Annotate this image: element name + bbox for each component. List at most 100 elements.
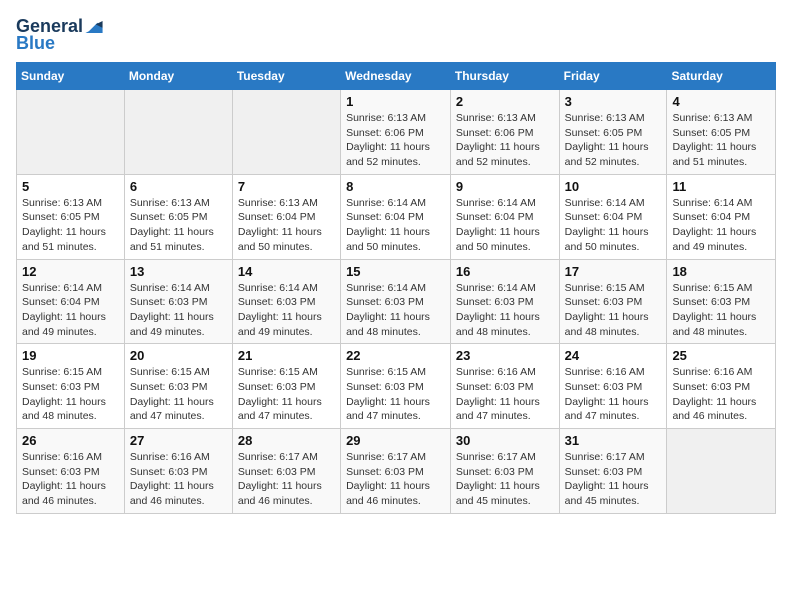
- calendar-cell: 25 Sunrise: 6:16 AM Sunset: 6:03 PM Dayli…: [667, 344, 776, 429]
- day-info: Sunrise: 6:16 AM Sunset: 6:03 PM Dayligh…: [130, 450, 227, 509]
- calendar-cell: 4Sunrise: 6:13 AM Sunset: 6:05 PM Daylig…: [667, 90, 776, 175]
- calendar-header-cell: Monday: [124, 63, 232, 90]
- day-info: Sunrise: 6:14 AM Sunset: 6:04 PM Dayligh…: [346, 196, 445, 255]
- calendar-cell: 26Sunrise: 6:16 AM Sunset: 6:03 PM Dayli…: [17, 429, 125, 514]
- day-info: Sunrise: 6:16 AM Sunset: 6:03 PM Dayligh…: [672, 365, 770, 424]
- day-info: Sunrise: 6:16 AM Sunset: 6:03 PM Dayligh…: [565, 365, 662, 424]
- logo-icon: [85, 21, 103, 33]
- calendar-cell: 3 Sunrise: 6:13 AM Sunset: 6:05 PM Daylig…: [559, 90, 667, 175]
- day-number: 29: [346, 433, 445, 448]
- day-info: Sunrise: 6:13 AM Sunset: 6:06 PM Dayligh…: [346, 111, 445, 170]
- calendar-body: 1 Sunrise: 6:13 AM Sunset: 6:06 PM Daylig…: [17, 90, 776, 514]
- day-number: 23: [456, 348, 554, 363]
- day-number: 8: [346, 179, 445, 194]
- day-info: Sunrise: 6:15 AM Sunset: 6:03 PM Dayligh…: [130, 365, 227, 424]
- day-info: Sunrise: 6:14 AM Sunset: 6:04 PM Dayligh…: [565, 196, 662, 255]
- day-number: 13: [130, 264, 227, 279]
- day-number: 12: [22, 264, 119, 279]
- day-number: 17: [565, 264, 662, 279]
- calendar-header-cell: Thursday: [450, 63, 559, 90]
- day-info: Sunrise: 6:13 AM Sunset: 6:05 PM Dayligh…: [130, 196, 227, 255]
- day-number: 27: [130, 433, 227, 448]
- day-number: 19: [22, 348, 119, 363]
- day-info: Sunrise: 6:16 AM Sunset: 6:03 PM Dayligh…: [456, 365, 554, 424]
- calendar-cell: 17 Sunrise: 6:15 AM Sunset: 6:03 PM Dayli…: [559, 259, 667, 344]
- calendar-cell: 21Sunrise: 6:15 AM Sunset: 6:03 PM Dayli…: [232, 344, 340, 429]
- day-number: 3: [565, 94, 662, 109]
- day-number: 24: [565, 348, 662, 363]
- calendar-cell: 6 Sunrise: 6:13 AM Sunset: 6:05 PM Daylig…: [124, 174, 232, 259]
- day-number: 2: [456, 94, 554, 109]
- day-number: 6: [130, 179, 227, 194]
- calendar-cell: 2 Sunrise: 6:13 AM Sunset: 6:06 PM Daylig…: [450, 90, 559, 175]
- day-number: 1: [346, 94, 445, 109]
- calendar-cell: 24 Sunrise: 6:16 AM Sunset: 6:03 PM Dayli…: [559, 344, 667, 429]
- calendar-week-row: 1 Sunrise: 6:13 AM Sunset: 6:06 PM Daylig…: [17, 90, 776, 175]
- day-number: 21: [238, 348, 335, 363]
- calendar-cell: 14 Sunrise: 6:14 AM Sunset: 6:03 PM Dayli…: [232, 259, 340, 344]
- calendar-table: SundayMondayTuesdayWednesdayThursdayFrid…: [16, 62, 776, 514]
- day-info: Sunrise: 6:14 AM Sunset: 6:04 PM Dayligh…: [456, 196, 554, 255]
- day-info: Sunrise: 6:14 AM Sunset: 6:03 PM Dayligh…: [456, 281, 554, 340]
- day-info: Sunrise: 6:15 AM Sunset: 6:03 PM Dayligh…: [672, 281, 770, 340]
- day-info: Sunrise: 6:15 AM Sunset: 6:03 PM Dayligh…: [565, 281, 662, 340]
- day-info: Sunrise: 6:13 AM Sunset: 6:04 PM Dayligh…: [238, 196, 335, 255]
- day-info: Sunrise: 6:14 AM Sunset: 6:03 PM Dayligh…: [238, 281, 335, 340]
- calendar-cell: 28 Sunrise: 6:17 AM Sunset: 6:03 PM Dayli…: [232, 429, 340, 514]
- day-info: Sunrise: 6:17 AM Sunset: 6:03 PM Dayligh…: [565, 450, 662, 509]
- calendar-header-cell: Sunday: [17, 63, 125, 90]
- day-number: 25: [672, 348, 770, 363]
- day-number: 30: [456, 433, 554, 448]
- calendar-header-cell: Tuesday: [232, 63, 340, 90]
- calendar-cell: 8 Sunrise: 6:14 AM Sunset: 6:04 PM Daylig…: [341, 174, 451, 259]
- calendar-cell: 16Sunrise: 6:14 AM Sunset: 6:03 PM Dayli…: [450, 259, 559, 344]
- calendar-week-row: 5 Sunrise: 6:13 AM Sunset: 6:05 PM Daylig…: [17, 174, 776, 259]
- day-info: Sunrise: 6:17 AM Sunset: 6:03 PM Dayligh…: [346, 450, 445, 509]
- calendar-cell: 18Sunrise: 6:15 AM Sunset: 6:03 PM Dayli…: [667, 259, 776, 344]
- calendar-week-row: 12 Sunrise: 6:14 AM Sunset: 6:04 PM Dayli…: [17, 259, 776, 344]
- day-number: 9: [456, 179, 554, 194]
- calendar-cell: 20 Sunrise: 6:15 AM Sunset: 6:03 PM Dayli…: [124, 344, 232, 429]
- calendar-cell: 31 Sunrise: 6:17 AM Sunset: 6:03 PM Dayli…: [559, 429, 667, 514]
- day-info: Sunrise: 6:14 AM Sunset: 6:04 PM Dayligh…: [672, 196, 770, 255]
- calendar-header-cell: Friday: [559, 63, 667, 90]
- calendar-cell: 27 Sunrise: 6:16 AM Sunset: 6:03 PM Dayli…: [124, 429, 232, 514]
- day-number: 28: [238, 433, 335, 448]
- calendar-cell: 5Sunrise: 6:13 AM Sunset: 6:05 PM Daylig…: [17, 174, 125, 259]
- calendar-cell: 15 Sunrise: 6:14 AM Sunset: 6:03 PM Dayli…: [341, 259, 451, 344]
- day-number: 31: [565, 433, 662, 448]
- calendar-cell: 10 Sunrise: 6:14 AM Sunset: 6:04 PM Dayli…: [559, 174, 667, 259]
- day-number: 15: [346, 264, 445, 279]
- calendar-week-row: 19 Sunrise: 6:15 AM Sunset: 6:03 PM Dayli…: [17, 344, 776, 429]
- calendar-cell: 1 Sunrise: 6:13 AM Sunset: 6:06 PM Daylig…: [341, 90, 451, 175]
- day-number: 14: [238, 264, 335, 279]
- logo: General Blue: [16, 16, 103, 54]
- day-info: Sunrise: 6:13 AM Sunset: 6:05 PM Dayligh…: [565, 111, 662, 170]
- calendar-cell: [232, 90, 340, 175]
- calendar-header-cell: Wednesday: [341, 63, 451, 90]
- day-number: 5: [22, 179, 119, 194]
- day-info: Sunrise: 6:14 AM Sunset: 6:04 PM Dayligh…: [22, 281, 119, 340]
- day-number: 4: [672, 94, 770, 109]
- day-number: 22: [346, 348, 445, 363]
- page-header: General Blue: [16, 16, 776, 54]
- calendar-cell: 30 Sunrise: 6:17 AM Sunset: 6:03 PM Dayli…: [450, 429, 559, 514]
- day-info: Sunrise: 6:17 AM Sunset: 6:03 PM Dayligh…: [456, 450, 554, 509]
- day-info: Sunrise: 6:14 AM Sunset: 6:03 PM Dayligh…: [130, 281, 227, 340]
- calendar-cell: 13 Sunrise: 6:14 AM Sunset: 6:03 PM Dayli…: [124, 259, 232, 344]
- day-info: Sunrise: 6:17 AM Sunset: 6:03 PM Dayligh…: [238, 450, 335, 509]
- day-info: Sunrise: 6:16 AM Sunset: 6:03 PM Dayligh…: [22, 450, 119, 509]
- calendar-cell: [17, 90, 125, 175]
- day-info: Sunrise: 6:13 AM Sunset: 6:06 PM Dayligh…: [456, 111, 554, 170]
- day-info: Sunrise: 6:14 AM Sunset: 6:03 PM Dayligh…: [346, 281, 445, 340]
- calendar-cell: [124, 90, 232, 175]
- calendar-cell: 29 Sunrise: 6:17 AM Sunset: 6:03 PM Dayli…: [341, 429, 451, 514]
- day-info: Sunrise: 6:15 AM Sunset: 6:03 PM Dayligh…: [22, 365, 119, 424]
- calendar-cell: 12 Sunrise: 6:14 AM Sunset: 6:04 PM Dayli…: [17, 259, 125, 344]
- calendar-cell: 19 Sunrise: 6:15 AM Sunset: 6:03 PM Dayli…: [17, 344, 125, 429]
- day-number: 20: [130, 348, 227, 363]
- calendar-cell: 11Sunrise: 6:14 AM Sunset: 6:04 PM Dayli…: [667, 174, 776, 259]
- calendar-header-row: SundayMondayTuesdayWednesdayThursdayFrid…: [17, 63, 776, 90]
- calendar-cell: 7Sunrise: 6:13 AM Sunset: 6:04 PM Daylig…: [232, 174, 340, 259]
- day-number: 10: [565, 179, 662, 194]
